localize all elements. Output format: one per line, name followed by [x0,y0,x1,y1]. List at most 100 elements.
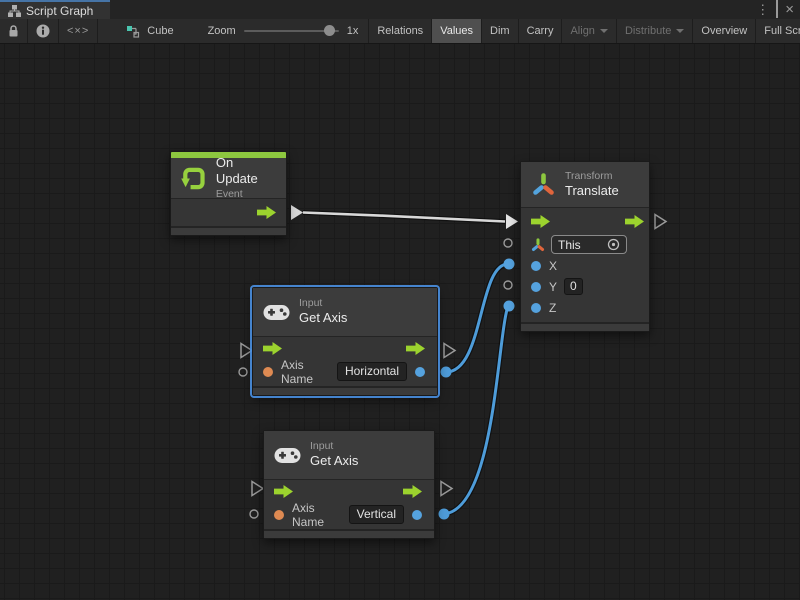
full-screen-button[interactable]: Full Screen [756,19,800,43]
node-get-axis-horizontal[interactable]: Input Get Axis Axis Name Horizontal [252,287,438,396]
node-footer [171,226,286,235]
y-input-row: Y 0 [521,276,649,297]
node-subtitle: Event [216,188,276,201]
lock-icon [8,25,19,38]
axis-name-row: Axis Name Horizontal [253,360,437,383]
zoom-slider[interactable] [244,30,339,32]
node-on-update[interactable]: On Update Event [170,151,287,236]
dim-toggle[interactable]: Dim [482,19,519,43]
gamepad-icon [263,304,290,321]
control-output-port[interactable] [625,215,644,228]
port-stub-getaxis-h-result[interactable] [441,367,452,378]
window-menu-icon[interactable]: ⋮ [756,3,769,16]
z-port-label: Z [549,301,556,315]
chevron-down-icon [676,29,684,33]
node-category: Transform [565,170,619,183]
control-row [264,480,434,503]
zoom-slider-handle[interactable] [324,25,335,36]
node-header: Input Get Axis [264,431,434,480]
zoom-value: 1x [347,25,359,37]
node-category: Input [299,297,347,310]
wire-onupdate-translate[interactable] [303,213,505,222]
z-input-row: Z [521,297,649,318]
graph-canvas[interactable]: On Update Event [0,44,800,600]
x-port-label: X [549,259,557,273]
port-stub-getaxis-h-enter[interactable] [241,344,252,358]
y-value-field[interactable]: 0 [564,278,583,295]
relations-toggle[interactable]: Relations [369,19,432,43]
zoom-control: Zoom 1x [208,19,369,43]
z-port[interactable] [531,303,541,313]
align-dropdown[interactable]: Align [562,19,616,43]
port-stub-translate-x[interactable] [504,259,515,270]
axis-name-port[interactable] [274,510,284,520]
inspect-button[interactable] [28,19,59,43]
overview-button[interactable]: Overview [693,19,756,43]
lock-button[interactable] [0,19,28,43]
script-graph-window: Script Graph ⋮ × <×> [0,0,800,600]
control-input-port[interactable] [263,342,282,355]
info-icon [36,24,50,38]
x-input-row: X [521,255,649,276]
this-object-field[interactable]: This [551,235,627,254]
node-icon [126,24,141,38]
node-title: On Update [216,155,276,188]
node-header: On Update Event [171,158,286,199]
tab-script-graph[interactable]: Script Graph [0,0,110,19]
close-icon[interactable]: × [785,2,794,17]
axis-name-field[interactable]: Vertical [349,505,404,524]
port-stub-getaxis-v-name[interactable] [250,510,258,518]
window-controls: ⋮ × [756,0,800,19]
port-stub-getaxis-h-name[interactable] [239,368,247,376]
node-title: Get Axis [299,310,347,326]
toolbar-toggles: Relations Values Dim Carry Align Distrib… [368,19,800,43]
port-stub-getaxis-v-enter[interactable] [252,482,263,496]
port-stub-getaxis-h-exit[interactable] [444,344,455,358]
port-stub-getaxis-v-exit[interactable] [441,482,452,496]
distribute-dropdown[interactable]: Distribute [617,19,693,43]
graph-icon [8,5,21,17]
graph-toolbar: <×> Cube Zoom 1x Relations Values Dim Ca… [0,19,800,44]
axis-name-row: Axis Name Vertical [264,503,434,526]
result-port[interactable] [412,510,422,520]
control-input-port[interactable] [274,485,293,498]
axis-name-field[interactable]: Horizontal [337,362,407,381]
control-output-port[interactable] [406,342,425,355]
port-stub-getaxis-v-result[interactable] [439,509,450,520]
node-header: Transform Translate [521,162,649,208]
control-output-port[interactable] [403,485,422,498]
node-title: Get Axis [310,453,358,469]
control-input-port[interactable] [531,215,550,228]
port-stub-translate-target[interactable] [504,239,512,247]
y-port[interactable] [531,282,541,292]
values-toggle[interactable]: Values [432,19,482,43]
axis-name-port[interactable] [263,367,273,377]
port-stub-onupdate-exit[interactable] [291,205,303,220]
update-loop-icon [181,165,207,192]
code-preview-button[interactable]: <×> [59,19,98,43]
code-preview-glyph: <×> [67,25,89,37]
graph-target-chip[interactable]: Cube [120,19,179,43]
maximize-icon[interactable] [776,3,778,16]
node-footer [521,322,649,331]
port-stub-translate-z[interactable] [504,301,515,312]
control-output-port[interactable] [257,206,276,219]
node-get-axis-vertical[interactable]: Input Get Axis Axis Name Vertical [263,430,435,539]
port-stub-translate-enter[interactable] [506,214,518,229]
target-picker-icon[interactable] [607,238,620,251]
zoom-label: Zoom [208,25,236,37]
transform-icon [531,172,556,197]
port-stub-translate-y[interactable] [504,281,512,289]
node-footer [264,529,434,538]
port-stub-translate-exit[interactable] [655,215,666,229]
node-header: Input Get Axis [253,288,437,337]
carry-toggle[interactable]: Carry [519,19,563,43]
node-translate[interactable]: Transform Translate This [520,161,650,332]
result-port[interactable] [415,367,425,377]
target-row: This [521,234,649,255]
x-port[interactable] [531,261,541,271]
node-category: Input [310,440,358,453]
node-title: Translate [565,183,619,199]
graph-target-label: Cube [147,25,173,37]
tab-bar: Script Graph ⋮ × [0,0,800,19]
